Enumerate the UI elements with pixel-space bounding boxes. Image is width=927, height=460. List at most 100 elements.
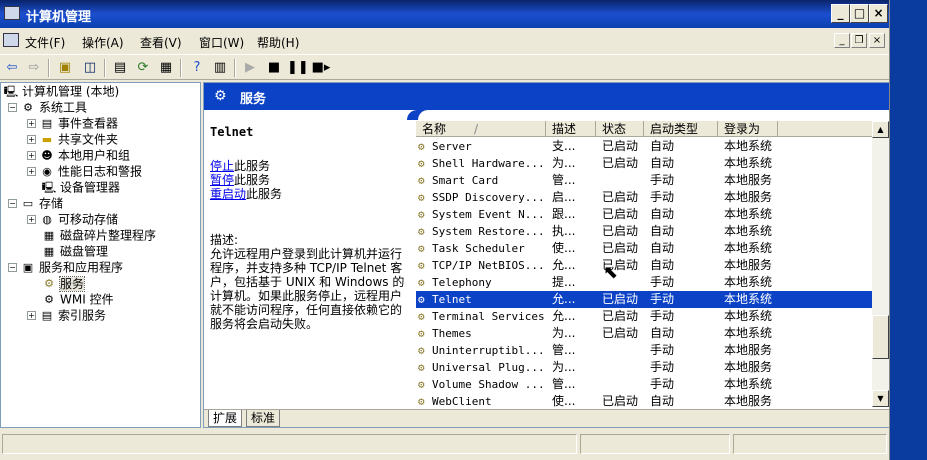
expand-icon[interactable]: +: [27, 311, 36, 320]
expand-icon[interactable]: +: [27, 135, 36, 144]
table-row[interactable]: ⚙ SSDP Discovery... 启... 已启动 手动 本地服务: [416, 189, 872, 206]
restart-service-link[interactable]: 重启动: [210, 187, 246, 201]
menu-view[interactable]: 查看(V): [140, 34, 182, 51]
refresh-icon[interactable]: ⟳: [133, 58, 153, 78]
collapse-icon[interactable]: −: [8, 103, 17, 112]
up-folder-icon[interactable]: ▣: [55, 58, 75, 78]
service-gear-icon: ⚙: [418, 157, 425, 170]
minimize-button[interactable]: _: [831, 4, 850, 23]
table-row[interactable]: ⚙ Task Scheduler 使... 已启动 自动 本地系统: [416, 240, 872, 257]
export-icon[interactable]: ▦: [156, 58, 176, 78]
back-icon[interactable]: ⇦: [2, 58, 22, 78]
table-row[interactable]: ⚙ Telephony 提... 手动 本地系统: [416, 274, 872, 291]
help-icon[interactable]: ?: [187, 58, 207, 78]
tree-node-defragmenter[interactable]: ▦ 磁盘碎片整理程序: [41, 227, 156, 243]
tree-node-local-users[interactable]: + ☻ 本地用户和组: [27, 147, 130, 163]
cell-startup: 手动: [650, 275, 675, 289]
cell-desc: 为...: [552, 360, 576, 374]
table-row[interactable]: ⚙ Volume Shadow ... 管... 手动 本地系统: [416, 376, 872, 393]
scroll-down-button[interactable]: ▼: [872, 390, 889, 407]
cell-name: ⚙ Terminal Services: [418, 308, 544, 325]
service-gear-icon: ⚙: [418, 293, 425, 306]
stop-icon[interactable]: ■: [264, 58, 284, 78]
table-row[interactable]: ⚙ TCP/IP NetBIOS... 允... 已启动 自动 本地服务: [416, 257, 872, 274]
column-header-name[interactable]: 名称 /: [416, 121, 546, 137]
services-list[interactable]: 名称 / 描述 状态 启动类型 登录为 ⚙ Server 支... 已启动 自动 本地系统 ⚙…: [416, 121, 888, 410]
stop-service-link[interactable]: 停止: [210, 159, 234, 173]
cell-startup: 自动: [650, 326, 675, 340]
title-bar[interactable]: 计算机管理 _ □ ×: [0, 0, 889, 28]
column-header-startup-type[interactable]: 启动类型: [644, 121, 718, 137]
vertical-scrollbar[interactable]: ▲ ▼: [872, 121, 889, 407]
play-icon[interactable]: ▶: [240, 58, 260, 78]
table-row[interactable]: ⚙ System Restore... 执... 已启动 自动 本地系统: [416, 223, 872, 240]
collapse-icon[interactable]: −: [8, 263, 17, 272]
pause-icon[interactable]: ❚❚: [287, 58, 309, 78]
tab-extended[interactable]: 扩展: [208, 410, 243, 427]
tools-icon: ⚙: [23, 100, 33, 114]
service-name-text: Uninterruptibl...: [432, 344, 544, 357]
tree-node-performance-logs[interactable]: + ◉ 性能日志和警报: [27, 163, 142, 179]
mdi-minimize-button[interactable]: _: [834, 33, 850, 48]
pause-service-link[interactable]: 暂停: [210, 173, 234, 187]
tree-node-disk-management[interactable]: ▦ 磁盘管理: [41, 243, 108, 259]
scroll-up-button[interactable]: ▲: [872, 121, 889, 138]
table-row[interactable]: ⚙ Shell Hardware... 为... 已启动 自动 本地系统: [416, 155, 872, 172]
tree-node-storage[interactable]: − ▭ 存储: [8, 195, 63, 211]
tree-node-services[interactable]: ⚙ 服务: [41, 275, 86, 292]
column-header-description[interactable]: 描述: [546, 121, 596, 137]
tree-node-event-viewer[interactable]: + ▤ 事件查看器: [27, 115, 118, 131]
close-button[interactable]: ×: [869, 4, 888, 23]
tree-node-indexing-service[interactable]: + ▤ 索引服务: [27, 307, 106, 323]
mdi-restore-button[interactable]: ❐: [851, 33, 867, 48]
cell-logon: 本地服务: [724, 343, 773, 357]
column-header-logon-as[interactable]: 登录为: [718, 121, 778, 137]
details-pane: ⚙ 服务 Telnet 停止此服务 暂停此服务 重启动此服务 描述: 允许远程用…: [203, 82, 889, 428]
menu-action[interactable]: 操作(A): [82, 34, 124, 51]
menu-window[interactable]: 窗口(W): [199, 34, 244, 51]
menu-file[interactable]: 文件(F): [25, 34, 65, 51]
table-row[interactable]: ⚙ Universal Plug... 为... 手动 本地服务: [416, 359, 872, 376]
scroll-thumb[interactable]: [872, 315, 889, 359]
table-row[interactable]: ⚙ Terminal Services 允... 已启动 手动 本地系统: [416, 308, 872, 325]
cell-name: ⚙ System Restore...: [418, 223, 544, 240]
expand-icon[interactable]: +: [27, 215, 36, 224]
cell-status: 已启动: [602, 190, 639, 204]
properties-icon[interactable]: ▤: [110, 58, 130, 78]
maximize-button[interactable]: □: [850, 4, 869, 23]
tree-node-device-manager[interactable]: 🖳 设备管理器: [41, 179, 120, 195]
tree-node-shared-folders[interactable]: + ▬ 共享文件夹: [27, 131, 118, 147]
console-tree[interactable]: 🖳 计算机管理 (本地) − ⚙ 系统工具 + ▤ 事件查看器 + ▬ 共享文件夹 + ☻ 本地用…: [0, 82, 201, 428]
computer-icon: 🖳: [3, 84, 19, 98]
forward-icon[interactable]: ⇨: [24, 58, 44, 78]
table-row[interactable]: ⚙ WebClient 使... 已启动 自动 本地服务: [416, 393, 872, 410]
cell-startup: 自动: [650, 156, 675, 170]
service-name-text: Shell Hardware...: [432, 157, 544, 170]
mdi-close-button[interactable]: ×: [869, 33, 885, 48]
collapse-icon[interactable]: −: [8, 199, 17, 208]
menu-help[interactable]: 帮助(H): [257, 34, 299, 51]
cell-status: 已启动: [602, 207, 639, 221]
table-row[interactable]: ⚙ Telnet 允... 已启动 手动 本地系统: [416, 291, 872, 308]
table-row[interactable]: ⚙ Themes 为... 已启动 自动 本地系统: [416, 325, 872, 342]
tab-standard[interactable]: 标准: [246, 410, 281, 427]
cell-status: 已启动: [602, 394, 639, 408]
tree-node-wmi-control[interactable]: ⚙ WMI 控件: [41, 291, 114, 307]
console-icon[interactable]: ▥: [210, 58, 230, 78]
tree-node-computer-management[interactable]: 🖳 计算机管理 (本地): [3, 83, 120, 99]
table-row[interactable]: ⚙ Server 支... 已启动 自动 本地系统: [416, 138, 872, 155]
show-tree-icon[interactable]: ◫: [80, 58, 100, 78]
restart-icon[interactable]: ■▸: [311, 58, 331, 78]
table-row[interactable]: ⚙ Smart Card 管... 手动 本地服务: [416, 172, 872, 189]
tree-node-removable-storage[interactable]: + ◍ 可移动存储: [27, 211, 118, 227]
table-row[interactable]: ⚙ Uninterruptibl... 管... 手动 本地服务: [416, 342, 872, 359]
expand-icon[interactable]: +: [27, 151, 36, 160]
mdi-system-menu-icon[interactable]: [3, 33, 19, 47]
service-description-panel: Telnet 停止此服务 暂停此服务 重启动此服务 描述: 允许远程用户登录到此…: [208, 123, 412, 331]
table-row[interactable]: ⚙ System Event N... 跟... 已启动 自动 本地系统: [416, 206, 872, 223]
expand-icon[interactable]: +: [27, 167, 36, 176]
tree-node-system-tools[interactable]: − ⚙ 系统工具: [8, 99, 87, 115]
expand-icon[interactable]: +: [27, 119, 36, 128]
column-header-status[interactable]: 状态: [596, 121, 644, 137]
tree-node-services-and-applications[interactable]: − ▣ 服务和应用程序: [8, 259, 123, 275]
